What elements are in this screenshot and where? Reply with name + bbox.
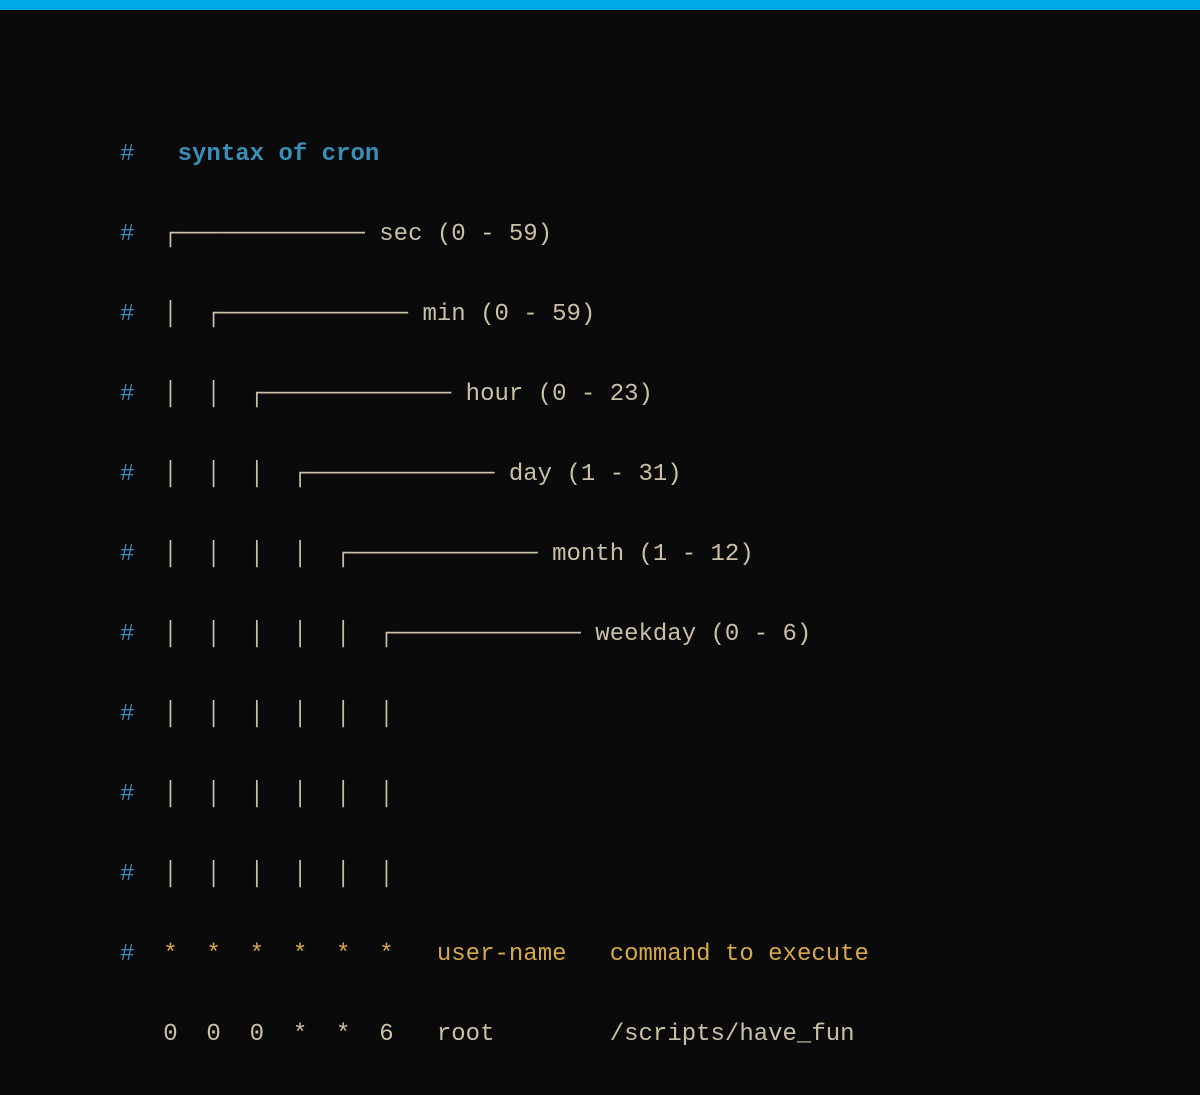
connector-line: │ │ │ │ │ ┌─────────────: [163, 621, 595, 648]
example-row: 0 0 0 * * 6 root /scripts/have_fun: [120, 1015, 1200, 1055]
field-label-weekday: weekday (0 - 6): [595, 621, 811, 648]
field-row-min: # │ ┌───────────── min (0 - 59): [120, 295, 1200, 335]
field-label-day: day (1 - 31): [509, 461, 682, 488]
example-command: /scripts/have_fun: [610, 1021, 855, 1048]
hash-symbol: #: [120, 461, 134, 488]
hash-symbol: #: [120, 381, 134, 408]
field-row-hour: # │ │ ┌───────────── hour (0 - 23): [120, 375, 1200, 415]
field-row-day: # │ │ │ ┌───────────── day (1 - 31): [120, 455, 1200, 495]
connector-line: │ │ │ │ ┌─────────────: [163, 541, 552, 568]
diagram-title: syntax of cron: [178, 141, 380, 168]
top-accent-bar: [0, 0, 1200, 10]
example-values: 0 0 0 * * 6: [163, 1021, 393, 1048]
header-row: # * * * * * * user-name command to execu…: [120, 935, 1200, 975]
cron-stars: * * * * * *: [163, 941, 393, 968]
hash-symbol: #: [120, 301, 134, 328]
spacer-row: # │ │ │ │ │ │: [120, 695, 1200, 735]
field-label-sec: sec (0 - 59): [379, 221, 552, 248]
cron-syntax-diagram: # syntax of cron # ┌───────────── sec (0…: [0, 10, 1200, 1095]
vertical-connectors: │ │ │ │ │ │: [163, 861, 393, 888]
field-row-sec: # ┌───────────── sec (0 - 59): [120, 215, 1200, 255]
hash-symbol: #: [120, 861, 134, 888]
vertical-connectors: │ │ │ │ │ │: [163, 781, 393, 808]
hash-symbol: #: [120, 621, 134, 648]
connector-line: │ │ ┌─────────────: [163, 381, 465, 408]
hash-symbol: #: [120, 781, 134, 808]
field-label-month: month (1 - 12): [552, 541, 754, 568]
spacer-row: # │ │ │ │ │ │: [120, 855, 1200, 895]
connector-line: │ │ │ ┌─────────────: [163, 461, 509, 488]
hash-symbol: #: [120, 541, 134, 568]
field-label-hour: hour (0 - 23): [466, 381, 653, 408]
spacer-row: # │ │ │ │ │ │: [120, 775, 1200, 815]
hash-symbol: #: [120, 221, 134, 248]
hash-symbol: #: [120, 141, 134, 168]
field-row-weekday: # │ │ │ │ │ ┌───────────── weekday (0 - …: [120, 615, 1200, 655]
command-column-label: command to execute: [610, 941, 869, 968]
connector-line: │ ┌─────────────: [163, 301, 422, 328]
connector-line: ┌─────────────: [163, 221, 379, 248]
example-user: root: [437, 1021, 495, 1048]
vertical-connectors: │ │ │ │ │ │: [163, 701, 393, 728]
title-row: # syntax of cron: [120, 135, 1200, 175]
field-row-month: # │ │ │ │ ┌───────────── month (1 - 12): [120, 535, 1200, 575]
field-label-min: min (0 - 59): [422, 301, 595, 328]
user-column-label: user-name: [437, 941, 567, 968]
hash-symbol: #: [120, 941, 134, 968]
hash-symbol: #: [120, 701, 134, 728]
